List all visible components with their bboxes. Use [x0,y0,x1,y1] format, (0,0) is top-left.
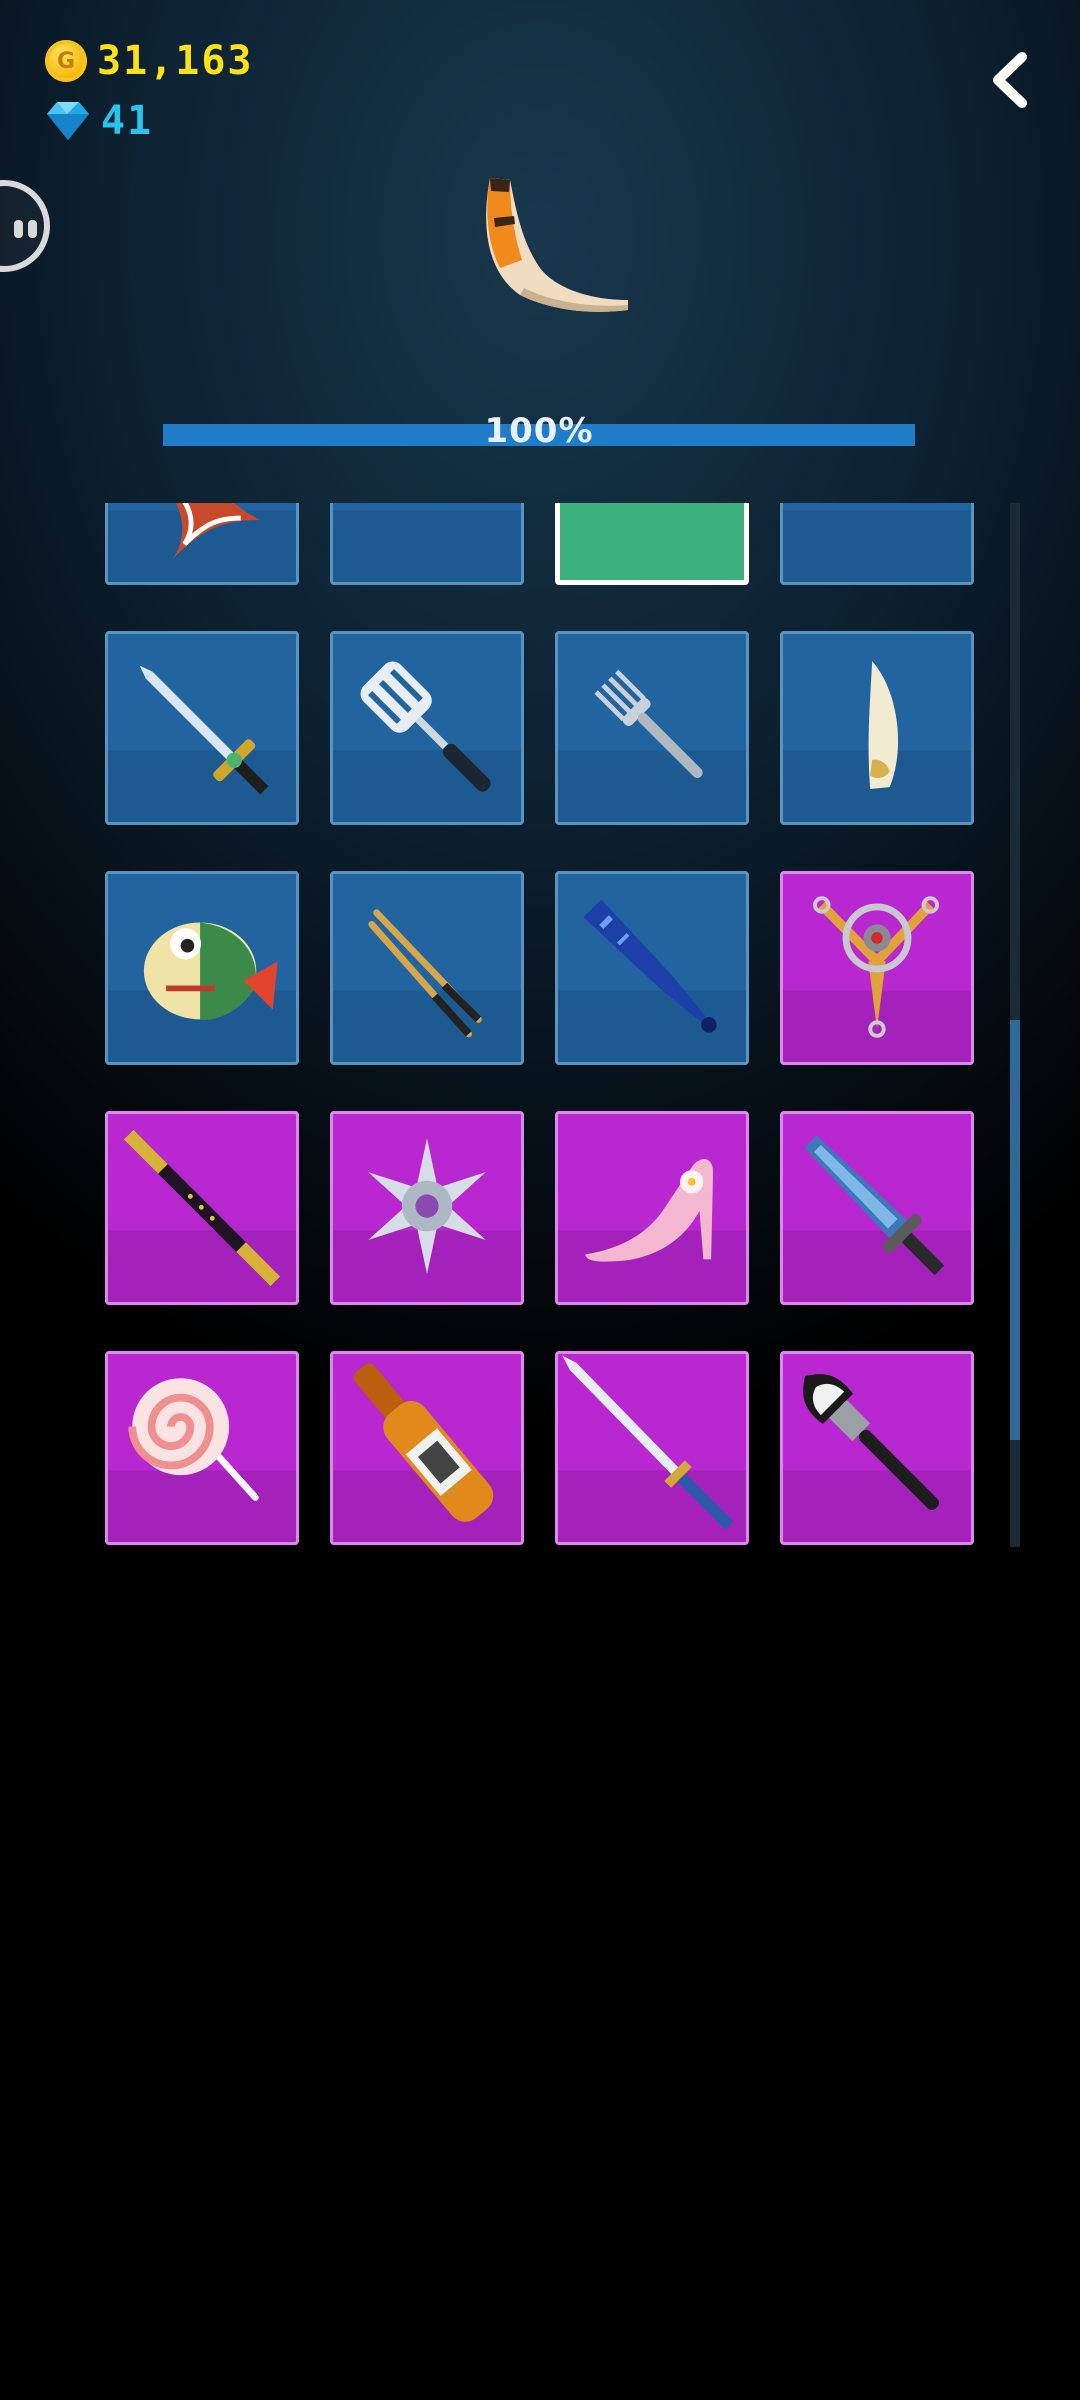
coin-amount: 31,163 [97,38,254,84]
weapon-tile[interactable] [780,503,974,585]
golden-staff-icon [123,1129,281,1287]
kunai-icon [333,503,521,582]
gem-counter: 41 [45,98,153,144]
weapon-tile[interactable] [780,871,974,1065]
back-button[interactable] [980,45,1040,115]
weapon-tile[interactable] [330,871,524,1065]
boomerang-icon [560,503,744,580]
ping-pong-paddle-icon [783,503,971,582]
spatula-icon [360,661,491,792]
fork-icon [594,669,703,779]
coin-icon: G [45,40,87,82]
tusk-icon [868,661,899,790]
weapon-tile[interactable] [780,631,974,825]
boomerang-icon [486,178,628,312]
gem-icon [47,102,89,140]
baseball-bat-icon [583,899,717,1033]
tab-grip-dot [14,220,23,238]
unlock-progress-bar: 100% [163,411,915,451]
katana-icon [562,1355,734,1530]
paint-brush-icon [803,1374,940,1511]
gem-amount: 41 [101,98,154,144]
selected-weapon-preview [460,160,640,330]
weapon-tile[interactable] [780,1111,974,1305]
bottle-icon [353,1363,494,1522]
lollipop-icon [128,1378,259,1501]
eye-trident-icon [813,896,940,1038]
weapon-tile[interactable] [105,631,299,825]
weapon-tile[interactable] [555,631,749,825]
weapon-tile[interactable] [105,871,299,1065]
progress-label: 100% [484,411,594,451]
tab-grip-dot [28,220,37,238]
coin-counter: G 31,163 [45,38,254,84]
shuriken-blade-icon [172,503,261,559]
weapon-tile[interactable] [555,1351,749,1545]
high-heel-shoe-icon [585,1159,714,1262]
chopsticks-icon [368,909,482,1038]
weapon-tile[interactable] [780,1351,974,1545]
weapon-tile[interactable] [330,631,524,825]
weapon-tile[interactable] [330,1111,524,1305]
sword-icon [139,665,269,795]
weapon-tile[interactable] [330,1351,524,1545]
weapon-tile[interactable] [105,1351,299,1545]
pufferfish-icon [143,922,278,1020]
dagger-icon [804,1135,945,1276]
weapon-tile[interactable] [555,1111,749,1305]
chevron-left-icon [993,52,1027,108]
weapon-tile[interactable] [105,1111,299,1305]
ninja-star-icon [368,1138,486,1274]
weapon-tile[interactable] [105,503,299,585]
weapon-tile[interactable] [555,503,749,585]
weapon-grid[interactable] [100,503,980,1547]
weapon-tile[interactable] [330,503,524,585]
grid-scrollbar-thumb[interactable] [1010,1020,1020,1440]
weapon-tile[interactable] [555,871,749,1065]
